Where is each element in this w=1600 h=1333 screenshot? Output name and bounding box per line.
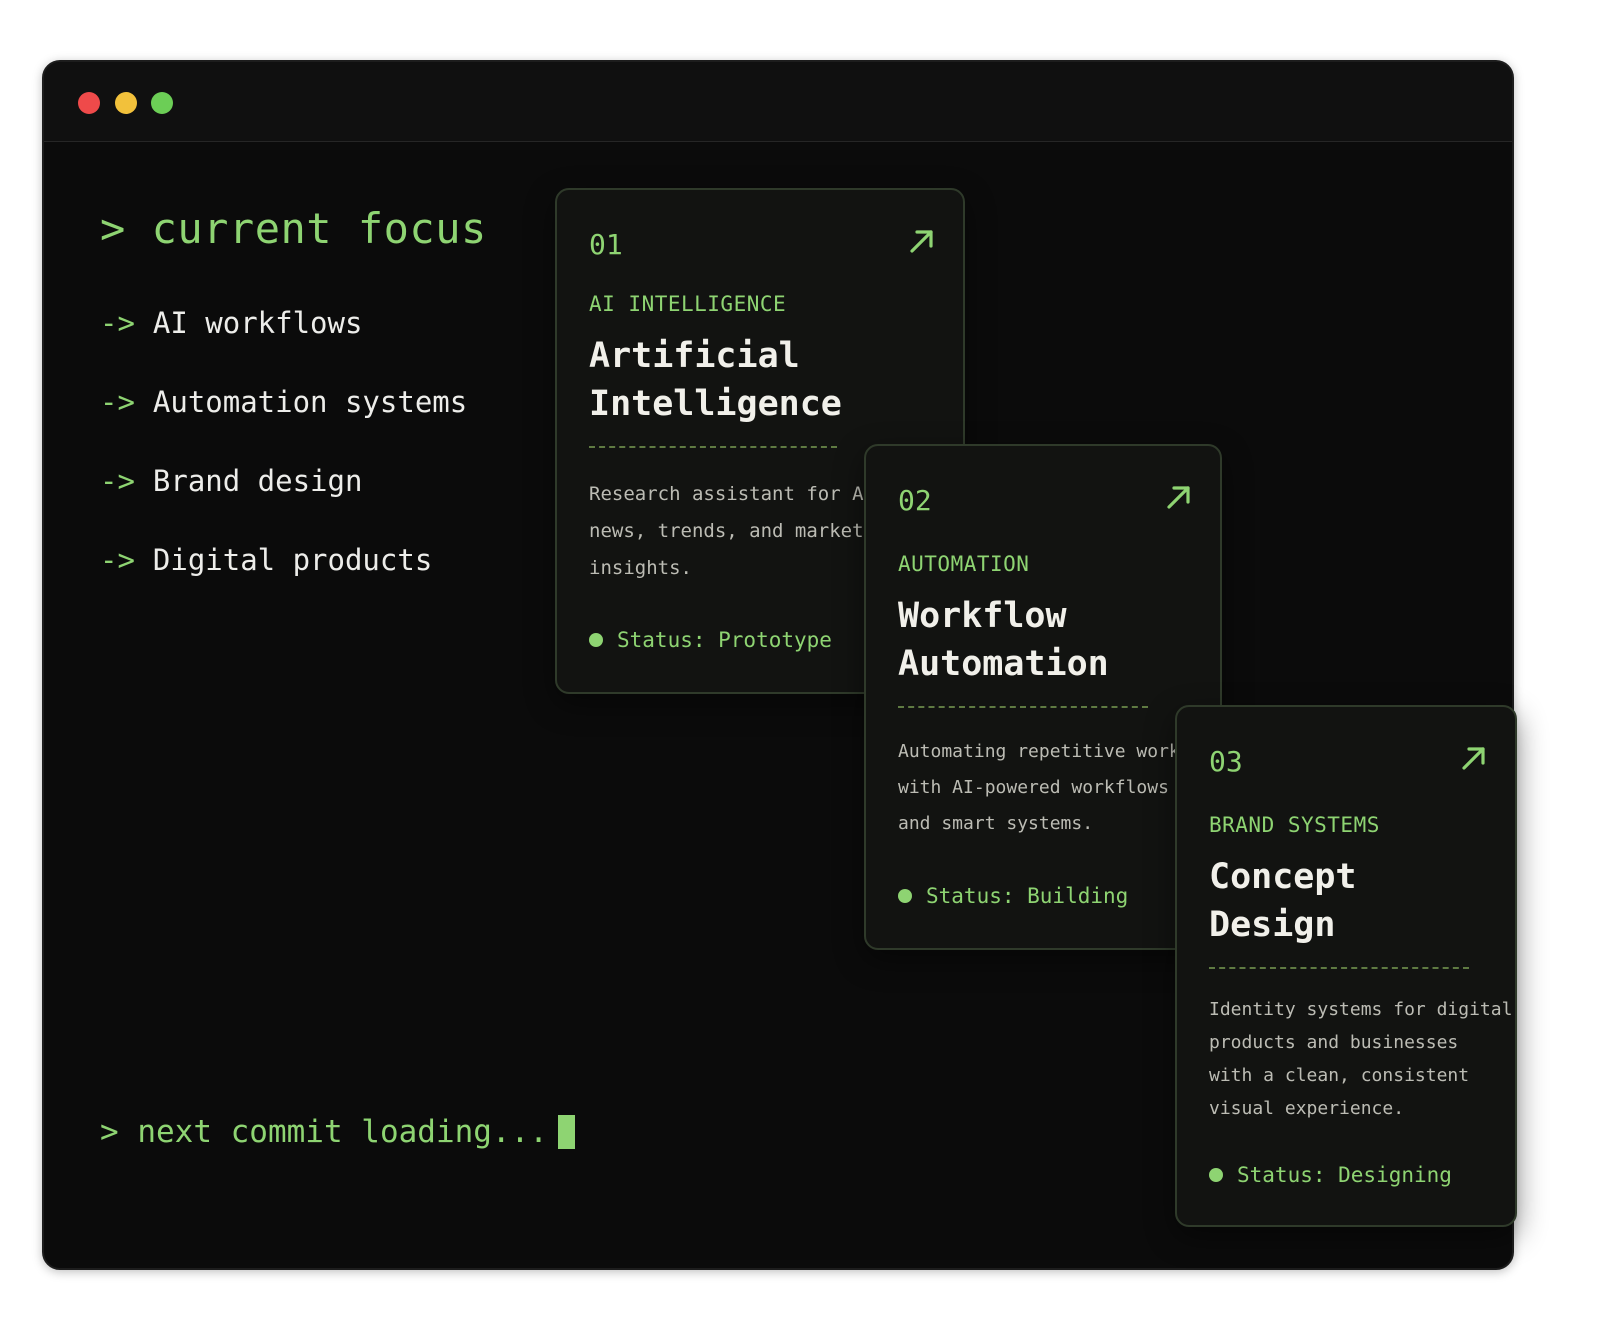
- card-description-line: with a clean, consistent: [1209, 1065, 1470, 1086]
- card-title-line: Automation: [898, 644, 1109, 684]
- focus-item-arrow: ->: [100, 306, 135, 340]
- card-description-line: with AI-powered workflows: [898, 777, 1169, 798]
- status-dot-icon: [898, 889, 912, 903]
- card-description-line: insights.: [589, 557, 692, 579]
- focus-item-label: Automation systems: [152, 385, 468, 419]
- status-label: Status: Building: [926, 884, 1129, 908]
- focus-item-label: AI workflows: [152, 306, 363, 340]
- card-title: Artificial Intelligence: [589, 332, 842, 428]
- card-title-line: Concept: [1209, 857, 1357, 897]
- arrow-up-right-icon[interactable]: [1164, 482, 1194, 512]
- focus-item-brand-design: -> Brand design: [100, 464, 467, 543]
- status-indicator: Status: Designing: [1209, 1163, 1452, 1187]
- focus-heading: > current focus: [100, 204, 487, 253]
- status-label: Status: Designing: [1237, 1163, 1452, 1187]
- focus-item-arrow: ->: [100, 543, 135, 577]
- card-title: Workflow Automation: [898, 592, 1109, 688]
- status-label: Status: Prototype: [617, 628, 832, 652]
- card-number: 03: [1209, 745, 1243, 778]
- focus-item-label: Digital products: [152, 543, 433, 577]
- card-number: 02: [898, 484, 932, 517]
- card-category: AI INTELLIGENCE: [589, 292, 787, 316]
- focus-item-digital-products: -> Digital products: [100, 543, 467, 622]
- focus-item-arrow: ->: [100, 385, 135, 419]
- card-divider: [1209, 967, 1469, 969]
- status-dot-icon: [1209, 1168, 1223, 1182]
- terminal-cursor: [557, 1115, 575, 1149]
- close-button[interactable]: [78, 92, 100, 114]
- commit-prompt: > next commit loading...: [100, 1114, 575, 1150]
- maximize-button[interactable]: [151, 92, 173, 114]
- card-title-line: Workflow: [898, 596, 1067, 636]
- card-divider: [589, 446, 837, 448]
- status-dot-icon: [589, 633, 603, 647]
- card-description-line: products and businesses: [1209, 1032, 1459, 1053]
- project-card-03[interactable]: 03 BRAND SYSTEMS Concept Design Identity…: [1175, 705, 1517, 1227]
- focus-item-automation-systems: -> Automation systems: [100, 385, 467, 464]
- card-category: AUTOMATION: [898, 552, 1030, 576]
- arrow-up-right-icon[interactable]: [1459, 743, 1489, 773]
- arrow-up-right-icon[interactable]: [907, 226, 937, 256]
- card-description-line: news, trends, and market: [589, 520, 864, 542]
- card-description-line: visual experience.: [1209, 1098, 1405, 1119]
- card-description: Identity systems for digital products an…: [1209, 993, 1512, 1125]
- card-title: Concept Design: [1209, 853, 1357, 949]
- card-title-line: Intelligence: [589, 384, 842, 424]
- focus-item-arrow: ->: [100, 464, 135, 498]
- card-description-line: Research assistant for AI: [589, 483, 875, 505]
- commit-text: > next commit loading...: [100, 1114, 548, 1150]
- focus-item-ai-workflows: -> AI workflows: [100, 306, 467, 385]
- focus-item-label: Brand design: [152, 464, 363, 498]
- card-number: 01: [589, 228, 623, 261]
- card-description-line: and smart systems.: [898, 813, 1094, 834]
- card-title-line: Design: [1209, 905, 1336, 945]
- card-category: BRAND SYSTEMS: [1209, 813, 1380, 837]
- status-indicator: Status: Building: [898, 884, 1128, 908]
- status-indicator: Status: Prototype: [589, 628, 832, 652]
- card-description: Research assistant for AI news, trends, …: [589, 476, 875, 587]
- project-card-02[interactable]: 02 AUTOMATION Workflow Automation Automa…: [864, 444, 1222, 950]
- window-titlebar: [44, 62, 1512, 142]
- card-title-line: Artificial: [589, 336, 800, 376]
- focus-list: -> AI workflows -> Automation systems -> Br…: [100, 306, 467, 622]
- card-description: Automating repetitive work with AI-power…: [898, 734, 1180, 842]
- minimize-button[interactable]: [115, 92, 137, 114]
- card-description-line: Automating repetitive work: [898, 741, 1180, 762]
- card-description-line: Identity systems for digital: [1209, 999, 1513, 1020]
- card-divider: [898, 706, 1148, 708]
